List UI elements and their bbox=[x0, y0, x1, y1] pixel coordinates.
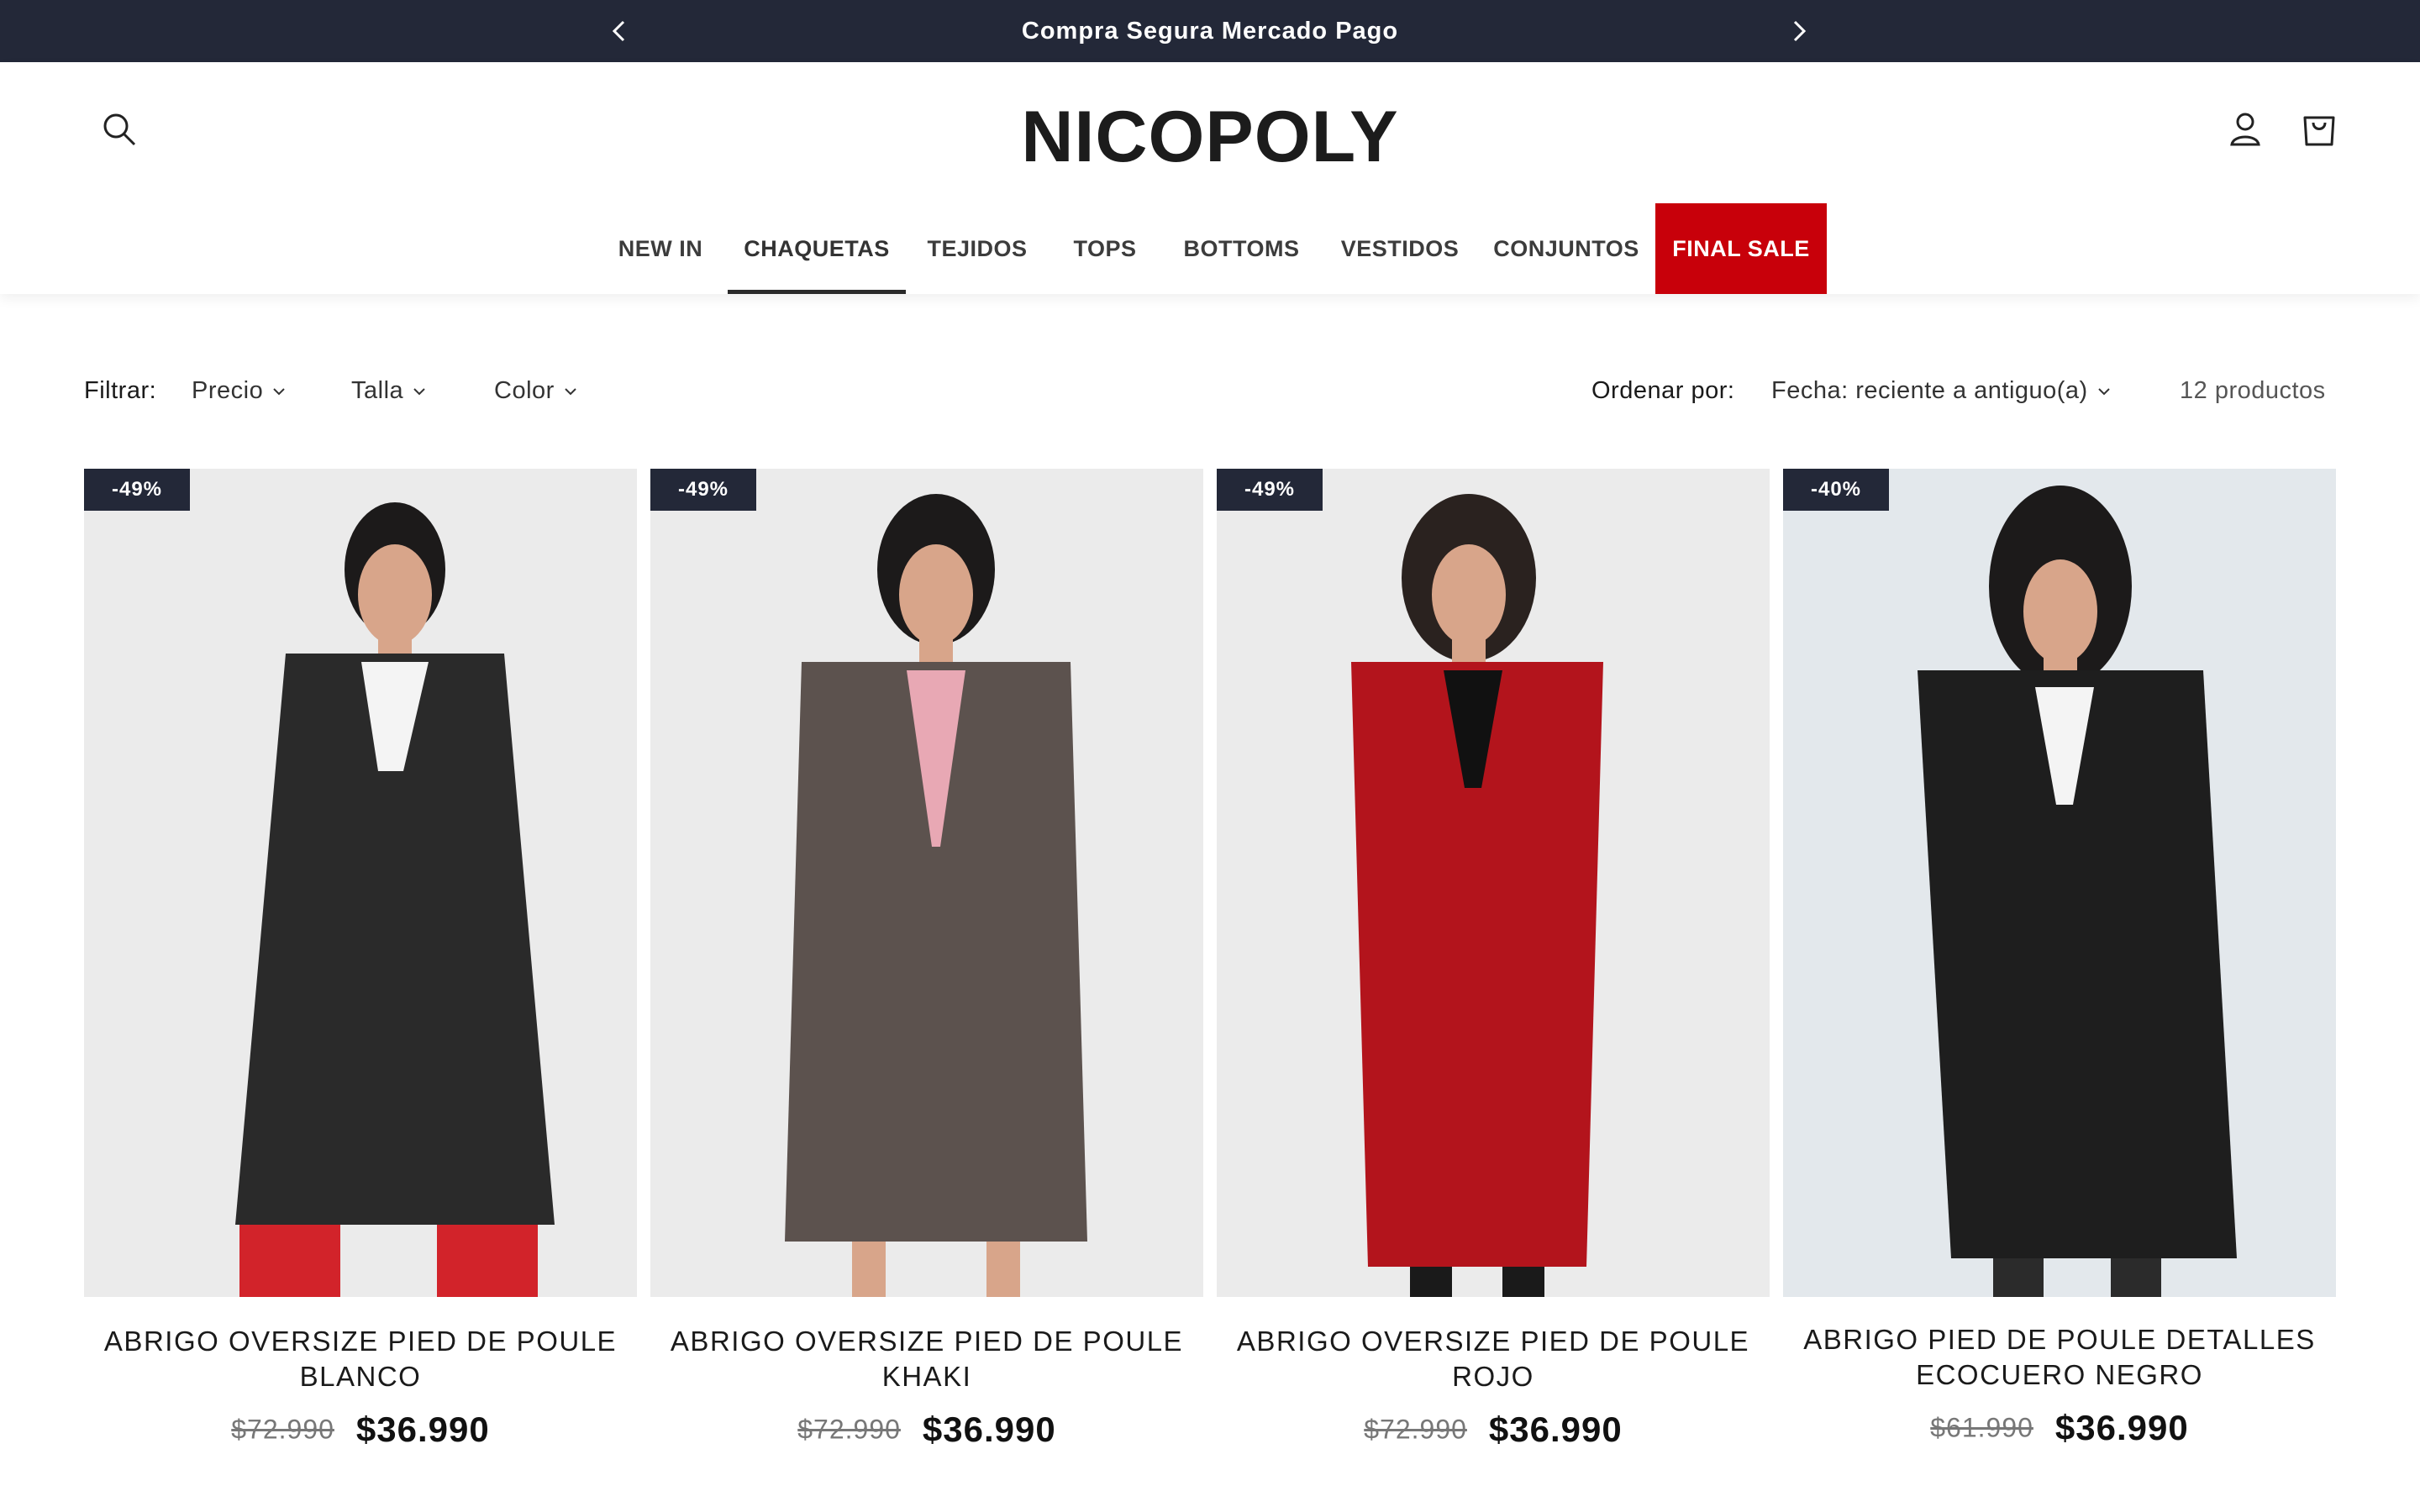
product-prices: $72.990 $36.990 bbox=[1217, 1410, 1770, 1460]
site-header: NICOPOLY NEW IN CHAQUETAS TEJIDOS TOPS B… bbox=[0, 62, 2420, 294]
cart-icon[interactable] bbox=[2299, 109, 2339, 150]
chevron-right-icon[interactable] bbox=[1783, 15, 1815, 47]
old-price: $61.990 bbox=[1930, 1412, 2033, 1443]
model-photo bbox=[1918, 486, 2237, 1297]
filter-talla-label: Talla bbox=[351, 377, 404, 404]
product-prices: $72.990 $36.990 bbox=[84, 1410, 637, 1460]
sale-price: $36.990 bbox=[922, 1410, 1056, 1449]
chevron-down-icon bbox=[2098, 388, 2110, 396]
nav-item-conjuntos[interactable]: CONJUNTOS bbox=[1491, 203, 1642, 294]
filter-label: Filtrar: bbox=[84, 377, 157, 404]
product-title-line: ABRIGO OVERSIZE PIED DE POULE bbox=[103, 1326, 618, 1357]
filter-precio[interactable]: Precio bbox=[192, 370, 287, 412]
brand-logo[interactable]: NICOPOLY bbox=[0, 96, 2420, 179]
product-prices: $61.990 $36.990 bbox=[1783, 1408, 2336, 1458]
nav-item-tops[interactable]: TOPS bbox=[1057, 203, 1153, 294]
product-title[interactable]: ABRIGO OVERSIZE PIED DE POULE BLANCO bbox=[84, 1324, 637, 1394]
product-card[interactable]: -49% ABRIGO OVERSIZE PIED DE POULE ROJO … bbox=[1217, 469, 1770, 1512]
product-image[interactable]: -49% bbox=[84, 469, 637, 1297]
product-card[interactable]: -49% ABRIGO OVERSIZE PIED DE POULE KHAKI… bbox=[650, 469, 1203, 1512]
product-title-line: ROJO bbox=[1452, 1361, 1534, 1392]
filter-color-label: Color bbox=[494, 377, 555, 404]
chevron-down-icon bbox=[565, 388, 576, 396]
filter-precio-label: Precio bbox=[192, 377, 264, 404]
product-title-line: BLANCO bbox=[299, 1361, 422, 1392]
product-prices: $72.990 $36.990 bbox=[650, 1410, 1203, 1460]
product-title-line: KHAKI bbox=[881, 1361, 972, 1392]
nav-item-new-in[interactable]: NEW IN bbox=[610, 203, 711, 294]
filter-bar: Filtrar: Precio Talla Color Ordenar por:… bbox=[0, 370, 2420, 412]
announcement-bar: Compra Segura Mercado Pago bbox=[0, 0, 2420, 62]
product-image[interactable]: -40% bbox=[1783, 469, 2336, 1297]
nav-item-chaquetas[interactable]: CHAQUETAS bbox=[728, 203, 906, 294]
nav-item-vestidos[interactable]: VESTIDOS bbox=[1333, 203, 1467, 294]
product-card[interactable]: -40% ABRIGO PIED DE POULE DETALLES ECOCU… bbox=[1783, 469, 2336, 1512]
product-count: 12 productos bbox=[2180, 377, 2326, 404]
discount-badge: -49% bbox=[1217, 469, 1323, 511]
product-title-line: ABRIGO OVERSIZE PIED DE POULE bbox=[1236, 1326, 1750, 1357]
chevron-down-icon bbox=[413, 388, 425, 396]
sort-value: Fecha: reciente a antiguo(a) bbox=[1771, 377, 2088, 404]
product-title-line: ABRIGO PIED DE POULE DETALLES bbox=[1803, 1324, 2316, 1355]
product-image[interactable]: -49% bbox=[650, 469, 1203, 1297]
model-photo bbox=[235, 502, 555, 1297]
main-nav: NEW IN CHAQUETAS TEJIDOS TOPS BOTTOMS VE… bbox=[0, 203, 2420, 294]
discount-badge: -49% bbox=[84, 469, 190, 511]
old-price: $72.990 bbox=[797, 1414, 901, 1445]
discount-badge: -40% bbox=[1783, 469, 1889, 511]
product-title-line: ECOCUERO NEGRO bbox=[1916, 1359, 2203, 1390]
account-icon[interactable] bbox=[2225, 109, 2265, 150]
product-image[interactable]: -49% bbox=[1217, 469, 1770, 1297]
sale-price: $36.990 bbox=[2054, 1408, 2189, 1447]
old-price: $72.990 bbox=[231, 1414, 334, 1445]
product-card[interactable]: -49% ABRIGO OVERSIZE PIED DE POULE BLANC… bbox=[84, 469, 637, 1512]
old-price: $72.990 bbox=[1364, 1414, 1467, 1445]
product-title-line: ABRIGO OVERSIZE PIED DE POULE bbox=[670, 1326, 1184, 1357]
product-title[interactable]: ABRIGO OVERSIZE PIED DE POULE ROJO bbox=[1217, 1324, 1770, 1394]
nav-item-final-sale[interactable]: FINAL SALE bbox=[1655, 203, 1827, 294]
product-title[interactable]: ABRIGO OVERSIZE PIED DE POULE KHAKI bbox=[650, 1324, 1203, 1394]
chevron-down-icon bbox=[273, 388, 285, 396]
sort-select[interactable]: Fecha: reciente a antiguo(a) bbox=[1771, 370, 2112, 412]
nav-item-bottoms[interactable]: BOTTOMS bbox=[1176, 203, 1307, 294]
nav-item-tejidos[interactable]: TEJIDOS bbox=[923, 203, 1032, 294]
sale-price: $36.990 bbox=[1488, 1410, 1623, 1449]
announcement-text: Compra Segura Mercado Pago bbox=[1021, 18, 1399, 45]
model-photo bbox=[785, 494, 1087, 1297]
discount-badge: -49% bbox=[650, 469, 756, 511]
sale-price: $36.990 bbox=[355, 1410, 490, 1449]
sort-label: Ordenar por: bbox=[1591, 377, 1735, 404]
product-title[interactable]: ABRIGO PIED DE POULE DETALLES ECOCUERO N… bbox=[1783, 1322, 2336, 1393]
model-photo bbox=[1351, 494, 1603, 1297]
filter-talla[interactable]: Talla bbox=[351, 370, 427, 412]
filter-color[interactable]: Color bbox=[494, 370, 578, 412]
